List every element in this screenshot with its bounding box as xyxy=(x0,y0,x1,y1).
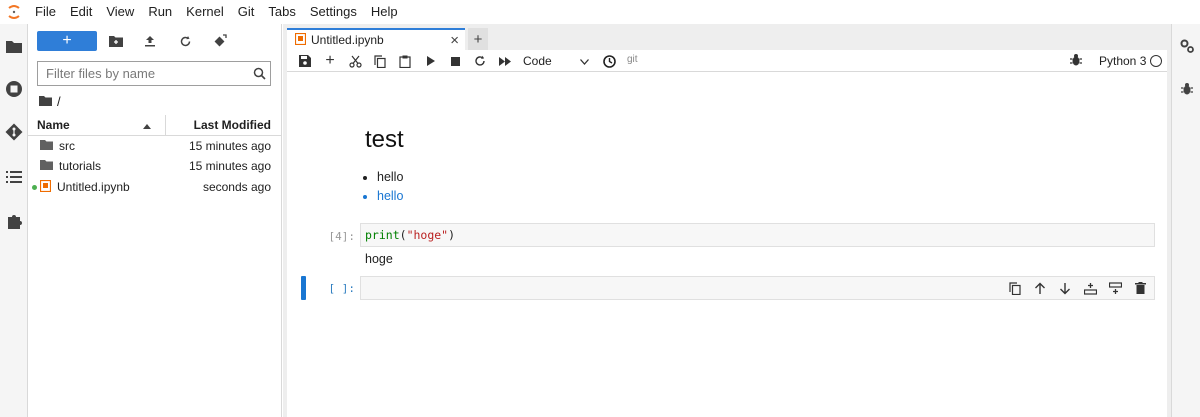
tab-title: Untitled.ipynb xyxy=(311,33,384,47)
code-string: "hoge" xyxy=(406,228,449,242)
menu-view[interactable]: View xyxy=(99,0,141,24)
move-down-icon[interactable] xyxy=(1057,280,1073,296)
menu-run[interactable]: Run xyxy=(141,0,179,24)
menu-file[interactable]: File xyxy=(28,0,63,24)
list-item: hello xyxy=(377,171,403,184)
file-row-untitled-ipynb[interactable]: Untitled.ipynb seconds ago xyxy=(28,177,282,197)
insert-cell-icon[interactable]: + xyxy=(322,52,338,69)
left-sidebar xyxy=(0,24,28,417)
refresh-icon[interactable] xyxy=(177,33,193,49)
home-folder-icon[interactable] xyxy=(39,94,52,109)
debugger-icon[interactable] xyxy=(1177,79,1197,99)
menu-edit[interactable]: Edit xyxy=(63,0,99,24)
running-indicator xyxy=(32,184,37,190)
property-inspector-icon[interactable] xyxy=(1177,36,1197,56)
insert-above-icon[interactable] xyxy=(1082,280,1098,296)
cut-icon[interactable] xyxy=(347,53,363,69)
notebook-panel: + Code git Python 3 test hello hello [4] xyxy=(287,50,1167,417)
code-paren-close: ) xyxy=(448,228,456,242)
folder-icon xyxy=(40,159,53,173)
cell-toolbar xyxy=(1007,280,1148,296)
file-list-header: Name Last Modified xyxy=(28,115,282,136)
clock-icon[interactable] xyxy=(601,53,617,69)
notebook-toolbar: + Code git Python 3 xyxy=(287,50,1167,72)
kernel-status-idle-icon xyxy=(1150,55,1162,67)
breadcrumb: / xyxy=(39,93,61,109)
extension-icon[interactable] xyxy=(4,211,24,231)
kernel-name[interactable]: Python 3 xyxy=(1099,54,1146,68)
new-launcher-button[interactable]: + xyxy=(37,31,97,51)
run-icon[interactable] xyxy=(422,53,438,69)
code-paren-open: ( xyxy=(399,228,407,242)
menu-settings[interactable]: Settings xyxy=(303,0,364,24)
file-filter-input[interactable] xyxy=(38,62,248,85)
debugger-bug-icon[interactable] xyxy=(1070,53,1082,70)
run-all-icon[interactable] xyxy=(497,53,513,69)
list-item-link[interactable]: hello xyxy=(377,190,403,203)
folder-icon xyxy=(40,139,53,153)
menu-tabs[interactable]: Tabs xyxy=(261,0,302,24)
tab-untitled-ipynb[interactable]: Untitled.ipynb × xyxy=(287,28,465,50)
file-browser: + / Name Last Modifie xyxy=(28,24,282,417)
sort-ascending-icon xyxy=(143,118,151,132)
modified-column-header[interactable]: Last Modified xyxy=(166,115,282,135)
cell-type-value: Code xyxy=(523,54,552,68)
copy-icon[interactable] xyxy=(372,53,388,69)
file-modified: seconds ago xyxy=(202,180,271,194)
cell-output: hoge xyxy=(365,252,393,266)
tab-bar: Untitled.ipynb × + xyxy=(283,28,1171,50)
new-folder-icon[interactable] xyxy=(108,33,124,49)
menu-git[interactable]: Git xyxy=(231,0,262,24)
stop-icon[interactable] xyxy=(447,53,463,69)
file-modified: 15 minutes ago xyxy=(188,139,271,153)
git-label[interactable]: git xyxy=(627,54,638,65)
file-modified: 15 minutes ago xyxy=(188,159,271,173)
file-row-tutorials[interactable]: tutorials 15 minutes ago xyxy=(28,156,282,176)
close-icon[interactable]: × xyxy=(450,32,459,49)
name-column-header[interactable]: Name xyxy=(28,115,166,135)
modified-column-label: Last Modified xyxy=(193,118,271,132)
empty-code-cell-input[interactable] xyxy=(360,276,1155,300)
folder-icon[interactable] xyxy=(4,36,24,56)
running-icon[interactable] xyxy=(4,79,24,99)
upload-icon[interactable] xyxy=(142,33,158,49)
file-name: src xyxy=(59,139,75,153)
file-browser-toolbar: + xyxy=(28,28,282,54)
restart-icon[interactable] xyxy=(472,53,488,69)
insert-below-icon[interactable] xyxy=(1107,280,1123,296)
menu-help[interactable]: Help xyxy=(364,0,405,24)
duplicate-cell-icon[interactable] xyxy=(1007,280,1023,296)
git-icon[interactable] xyxy=(4,122,24,142)
toc-icon[interactable] xyxy=(4,167,24,187)
cell-prompt-empty: [ ]: xyxy=(328,282,356,295)
git-clone-icon[interactable] xyxy=(212,33,228,49)
cell-prompt: [4]: xyxy=(328,230,356,243)
notebook-icon xyxy=(39,179,52,195)
save-icon[interactable] xyxy=(297,53,313,69)
markdown-list: hello hello xyxy=(377,171,403,209)
add-tab-button[interactable]: + xyxy=(468,28,488,50)
search-icon xyxy=(248,67,270,80)
move-up-icon[interactable] xyxy=(1032,280,1048,296)
file-filter-field xyxy=(37,61,271,86)
right-sidebar xyxy=(1171,24,1200,417)
main-area: Untitled.ipynb × + + Code git Python 3 t… xyxy=(283,24,1171,417)
chevron-down-icon xyxy=(580,54,589,68)
file-name: tutorials xyxy=(59,159,102,173)
file-name: Untitled.ipynb xyxy=(57,180,130,194)
notebook-icon xyxy=(294,32,307,48)
file-row-src[interactable]: src 15 minutes ago xyxy=(28,136,282,156)
delete-cell-icon[interactable] xyxy=(1132,280,1148,296)
menu-kernel[interactable]: Kernel xyxy=(179,0,231,24)
code-cell-input[interactable]: print("hoge") xyxy=(360,223,1155,247)
breadcrumb-root[interactable]: / xyxy=(57,94,61,109)
code-function: print xyxy=(365,228,400,242)
paste-icon[interactable] xyxy=(397,53,413,69)
markdown-heading: test xyxy=(365,126,404,153)
name-column-label: Name xyxy=(37,118,70,132)
cell-type-select[interactable]: Code xyxy=(523,52,589,70)
menu-bar: File Edit View Run Kernel Git Tabs Setti… xyxy=(0,0,1200,24)
jupyter-logo-icon xyxy=(0,0,28,24)
